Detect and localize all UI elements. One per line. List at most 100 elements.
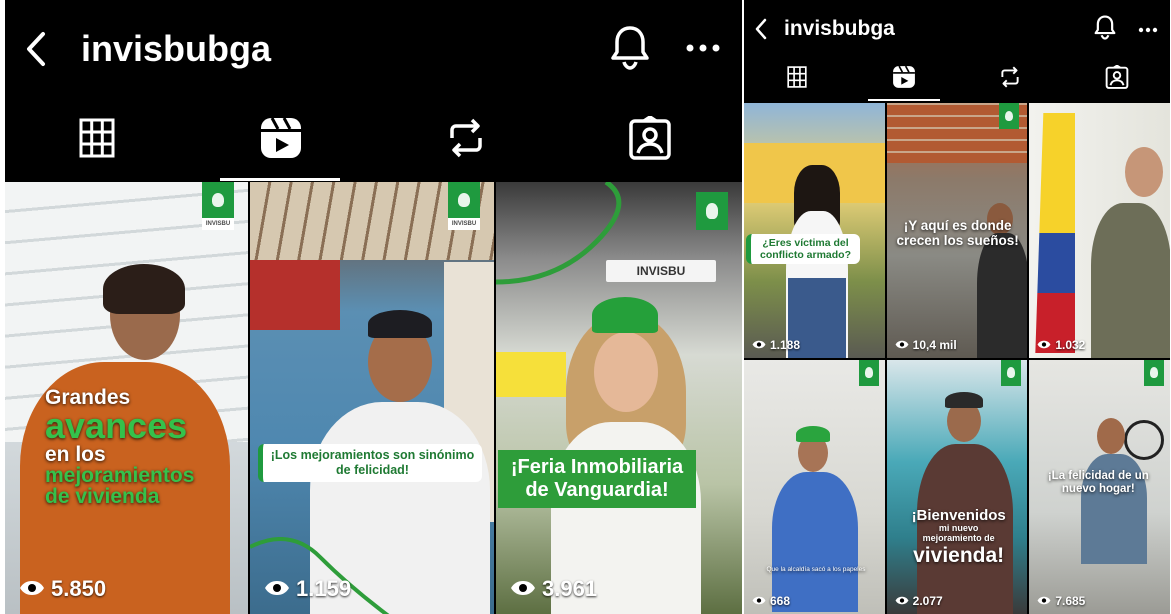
view-count: 668 (752, 594, 790, 608)
view-count: 3.961 (510, 576, 597, 602)
reel-thumbnail[interactable]: INVISBU ¡Los mejoramientos son sinónimo … (250, 182, 494, 614)
colombia-flag (1035, 113, 1076, 353)
invisbu-logo: INVISBU (448, 182, 480, 230)
more-horizontal-icon[interactable] (686, 40, 720, 58)
view-count: 1.159 (264, 576, 351, 602)
eye-icon (752, 594, 766, 608)
invisbu-logo (1001, 359, 1022, 386)
caption-line: mejoramiento de (922, 532, 995, 543)
logo-text: INVISBU (205, 221, 231, 227)
man-head (1125, 147, 1164, 197)
reels-icon (259, 116, 303, 165)
view-count: 5.850 (19, 576, 106, 602)
view-count-text: 1.032 (1055, 337, 1086, 352)
logo-emblem (858, 359, 879, 386)
view-count: 10,4 mil (895, 338, 957, 352)
reel-thumbnail[interactable]: ¡Bienvenidos mi nuevo mejoramiento de vi… (886, 359, 1028, 614)
reel-thumbnail[interactable]: INVISBU Grandes avances en los mejoramie… (5, 182, 248, 614)
reel-thumbnail[interactable]: ¿Eres víctima del conflicto armado? 1.18… (744, 103, 885, 358)
reel-thumbnail[interactable]: ¡Y aquí es donde crecen los sueños! 10,4… (886, 103, 1028, 358)
red-awning (250, 260, 340, 330)
booth-sign: INVISBU (606, 260, 716, 282)
view-count: 1.032 (1037, 338, 1085, 352)
view-count-text: 5.850 (51, 576, 107, 601)
man-body (1091, 203, 1170, 358)
reel-thumbnail[interactable]: INVISBU ¡Feria Inmobiliaria de Vanguardi… (496, 182, 742, 614)
reels-grid: INVISBU Grandes avances en los mejoramie… (5, 182, 742, 614)
reel-thumbnail[interactable]: 1.032 (1029, 103, 1170, 358)
profile-username: invisbubga (784, 17, 895, 40)
tab-reels[interactable] (851, 56, 958, 102)
worker-body (976, 233, 1028, 358)
tab-posts[interactable] (744, 56, 851, 102)
reel-caption: ¡Bienvenidos mi nuevo mejoramiento de vi… (895, 506, 1023, 567)
tab-tagged[interactable] (1064, 56, 1171, 102)
caption-line: de vivienda (45, 485, 160, 508)
view-count: 7.685 (1037, 594, 1085, 608)
logo-text: INVISBU (451, 221, 477, 227)
video-subtitle: Que la alcaldía sacó a los papeles (766, 565, 866, 573)
logo-emblem (999, 103, 1020, 129)
profile-tabs (5, 100, 742, 180)
tagged-person-icon (1105, 63, 1129, 94)
reel-caption: ¡Y aquí es donde crecen los sueños! (896, 218, 1019, 248)
reel-caption: ¡Los mejoramientos son sinónimo de felic… (258, 444, 482, 482)
tab-reels[interactable] (189, 100, 373, 180)
tab-posts[interactable] (5, 100, 189, 180)
man-body (772, 471, 858, 612)
top-bar: invisbubga (744, 12, 1170, 46)
logo-emblem (696, 192, 728, 230)
logo-emblem (202, 182, 234, 218)
caption-line: de Vanguardia! (525, 479, 669, 501)
caption-line: en los (45, 443, 106, 466)
cap (944, 391, 983, 408)
reel-caption: ¿Eres víctima del conflicto armado? (746, 234, 860, 265)
invisbu-logo (1144, 359, 1164, 386)
fan (1124, 419, 1164, 460)
eye-icon (895, 594, 909, 608)
grid-icon (79, 118, 115, 163)
reel-caption: Grandes avances en los mejoramientos de … (45, 387, 235, 507)
reels-profile-panel-small: invisbubga ¿Eres víctima del conflicto a… (744, 0, 1170, 614)
green-cap (796, 425, 830, 442)
more-horizontal-icon[interactable] (1138, 20, 1158, 38)
invisbu-logo (858, 359, 879, 386)
eye-icon (264, 576, 290, 602)
reel-caption: ¡Feria Inmobiliaria de Vanguardia! (498, 450, 696, 508)
caption-line: mejoramientos (45, 464, 195, 487)
logo-emblem (448, 182, 480, 218)
reels-profile-panel-large: invisbubga INVISBU Grandes avances en lo… (5, 0, 742, 614)
profile-username: invisbubga (81, 28, 272, 69)
tab-reposts[interactable] (374, 100, 558, 180)
repost-icon (999, 65, 1021, 94)
chevron-left-icon[interactable] (752, 16, 770, 42)
eye-icon (19, 576, 45, 602)
woman-head (1097, 417, 1126, 454)
profile-tabs (744, 56, 1170, 102)
tab-reposts[interactable] (957, 56, 1064, 102)
view-count-text: 668 (770, 594, 791, 608)
reels-icon (892, 65, 916, 94)
bell-icon[interactable] (610, 24, 650, 75)
banner (496, 352, 566, 397)
eye-icon (1037, 338, 1051, 352)
tagged-person-icon (629, 114, 671, 165)
top-bar: invisbubga (5, 22, 742, 76)
reel-thumbnail[interactable]: ¡La felicidad de un nuevo hogar! 7.685 (1029, 359, 1170, 614)
view-count-text: 1.188 (770, 337, 801, 352)
invisbu-logo (696, 192, 728, 230)
view-count-text: 7.685 (1055, 594, 1086, 608)
logo-emblem (1144, 359, 1164, 386)
view-count-text: 1.159 (296, 576, 352, 601)
view-count-text: 3.961 (542, 576, 598, 601)
tab-tagged[interactable] (558, 100, 742, 180)
repost-icon (446, 116, 486, 165)
active-tab-indicator (220, 178, 340, 181)
bell-icon[interactable] (1094, 14, 1116, 45)
eye-icon (510, 576, 536, 602)
eye-icon (895, 338, 909, 352)
active-tab-indicator (868, 99, 940, 101)
caption-line: ¡Bienvenidos (911, 506, 1006, 524)
reel-thumbnail[interactable]: Que la alcaldía sacó a los papeles 668 (744, 359, 885, 614)
chevron-left-icon[interactable] (21, 29, 51, 69)
